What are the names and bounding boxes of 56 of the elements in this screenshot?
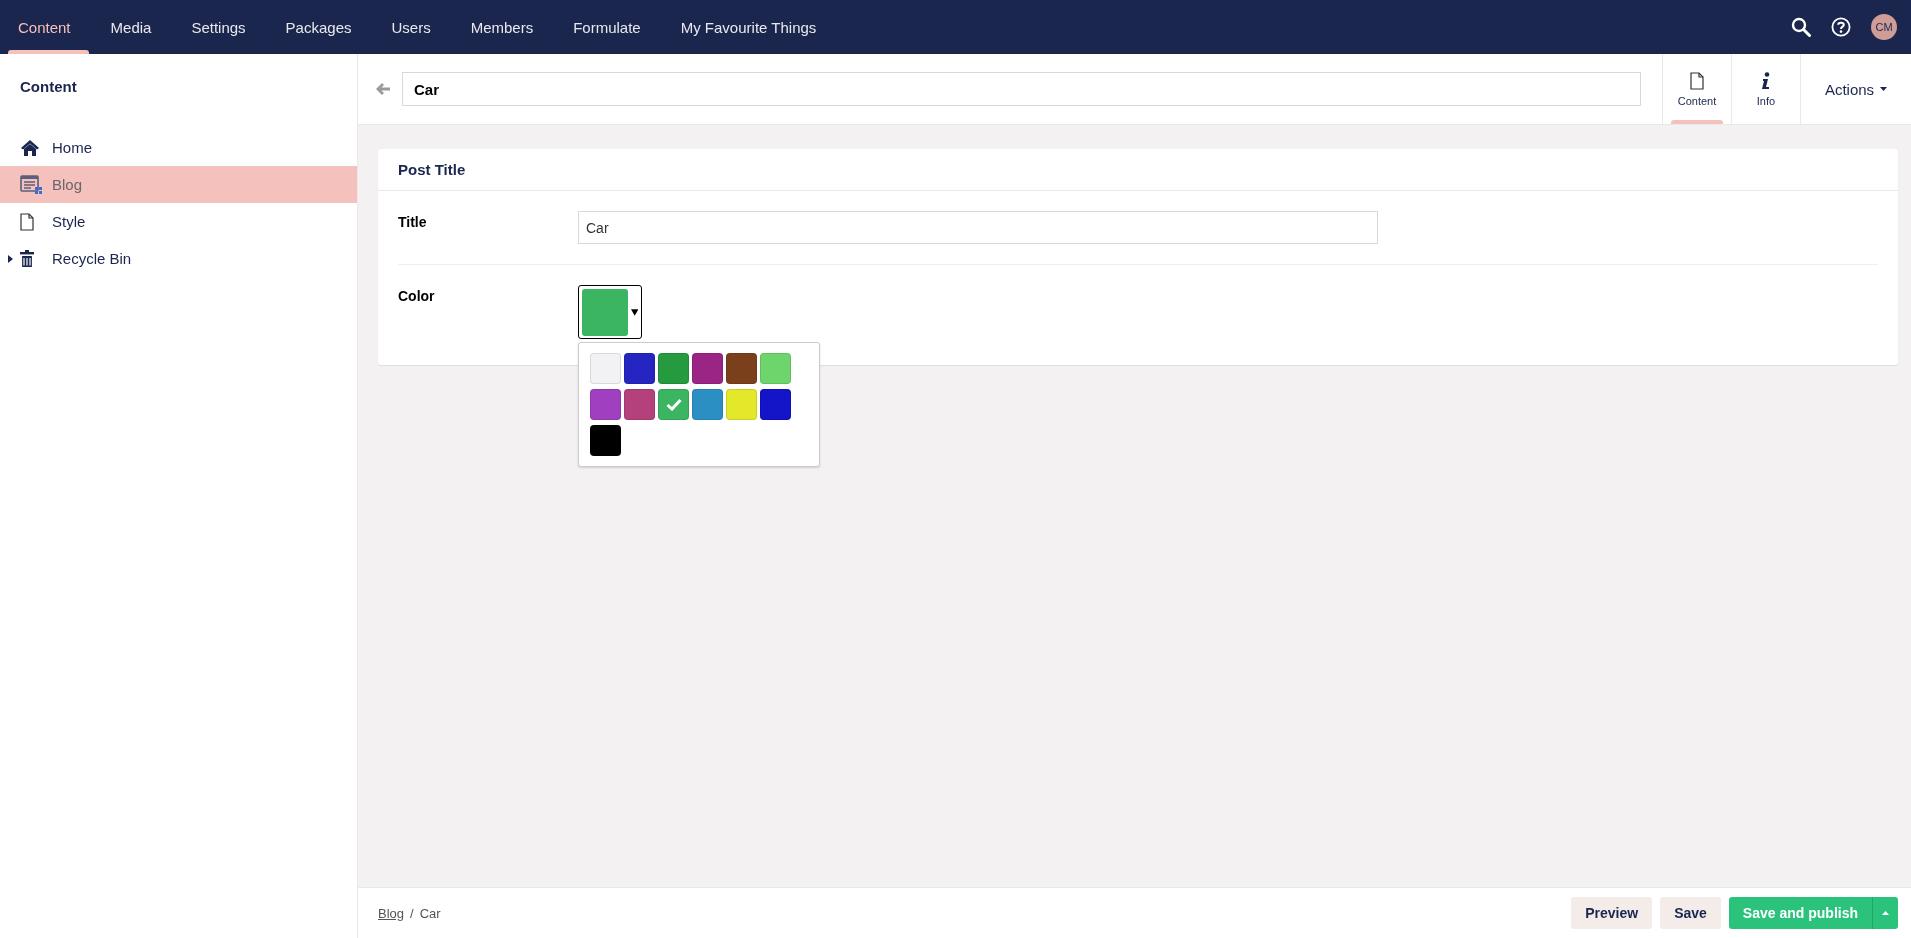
breadcrumb-link[interactable]: Blog [378, 905, 405, 921]
section-tab[interactable]: Content [8, 0, 89, 54]
section-tab[interactable]: My Favourite Things [670, 0, 835, 54]
color-swatch[interactable] [658, 353, 689, 384]
checkmark-icon [665, 398, 682, 411]
breadcrumb-current: Car [419, 905, 441, 921]
tree-item[interactable]: Home [0, 129, 357, 166]
document-icon [20, 212, 34, 231]
section-tab[interactable]: Settings [181, 0, 264, 54]
blog-list-icon [20, 175, 42, 194]
editor-app-tab[interactable]: Content [1662, 54, 1731, 124]
color-swatch[interactable] [658, 389, 689, 420]
tree-title: Content [19, 77, 78, 97]
color-swatch[interactable] [692, 389, 723, 420]
trash-icon [20, 249, 34, 268]
info-icon [1761, 71, 1771, 90]
caret-icon [630, 308, 638, 316]
color-swatch[interactable] [760, 389, 791, 420]
color-dropdown[interactable] [578, 285, 642, 339]
color-swatch[interactable] [624, 353, 655, 384]
section-tab[interactable]: Packages [275, 0, 370, 54]
caret-icon [1882, 911, 1889, 915]
title-field[interactable]: Car [578, 211, 1378, 244]
tree-item[interactable]: Recycle Bin [0, 240, 357, 277]
footer-button[interactable]: Preview [1571, 897, 1653, 929]
property-label: Color [398, 287, 436, 306]
color-swatch[interactable] [760, 353, 791, 384]
editor-app-tab[interactable]: Info [1731, 54, 1800, 124]
tree-item[interactable]: Blog [0, 166, 357, 203]
home-icon [20, 138, 40, 157]
section-tab[interactable]: Formulate [563, 0, 659, 54]
color-swatch[interactable] [692, 353, 723, 384]
tree-item[interactable]: Style [0, 203, 357, 240]
breadcrumb-separator: / [410, 905, 414, 921]
color-swatch[interactable] [726, 353, 757, 384]
publish-options-button[interactable] [1872, 897, 1898, 929]
footer-button[interactable]: Save [1660, 897, 1721, 929]
color-swatch[interactable] [590, 425, 621, 456]
expand-caret-icon[interactable] [7, 254, 13, 263]
section-tab[interactable]: Media [100, 0, 170, 54]
color-swatch[interactable] [624, 389, 655, 420]
property-label: Title [398, 213, 428, 232]
color-swatch[interactable] [726, 389, 757, 420]
section-tab[interactable]: Members [460, 0, 552, 54]
node-name-field[interactable]: Car [402, 72, 1641, 106]
search-icon[interactable] [1791, 17, 1811, 37]
caret-icon [1880, 87, 1888, 91]
help-icon[interactable] [1831, 17, 1851, 37]
document-icon [1690, 71, 1704, 90]
group-title: Post Title [398, 161, 466, 178]
color-swatch[interactable] [590, 389, 621, 420]
color-swatch[interactable] [590, 353, 621, 384]
user-avatar[interactable]: CM [1871, 14, 1897, 40]
back-arrow-icon[interactable] [376, 83, 390, 95]
actions-button[interactable]: Actions [1820, 74, 1892, 104]
section-tab[interactable]: Users [381, 0, 449, 54]
